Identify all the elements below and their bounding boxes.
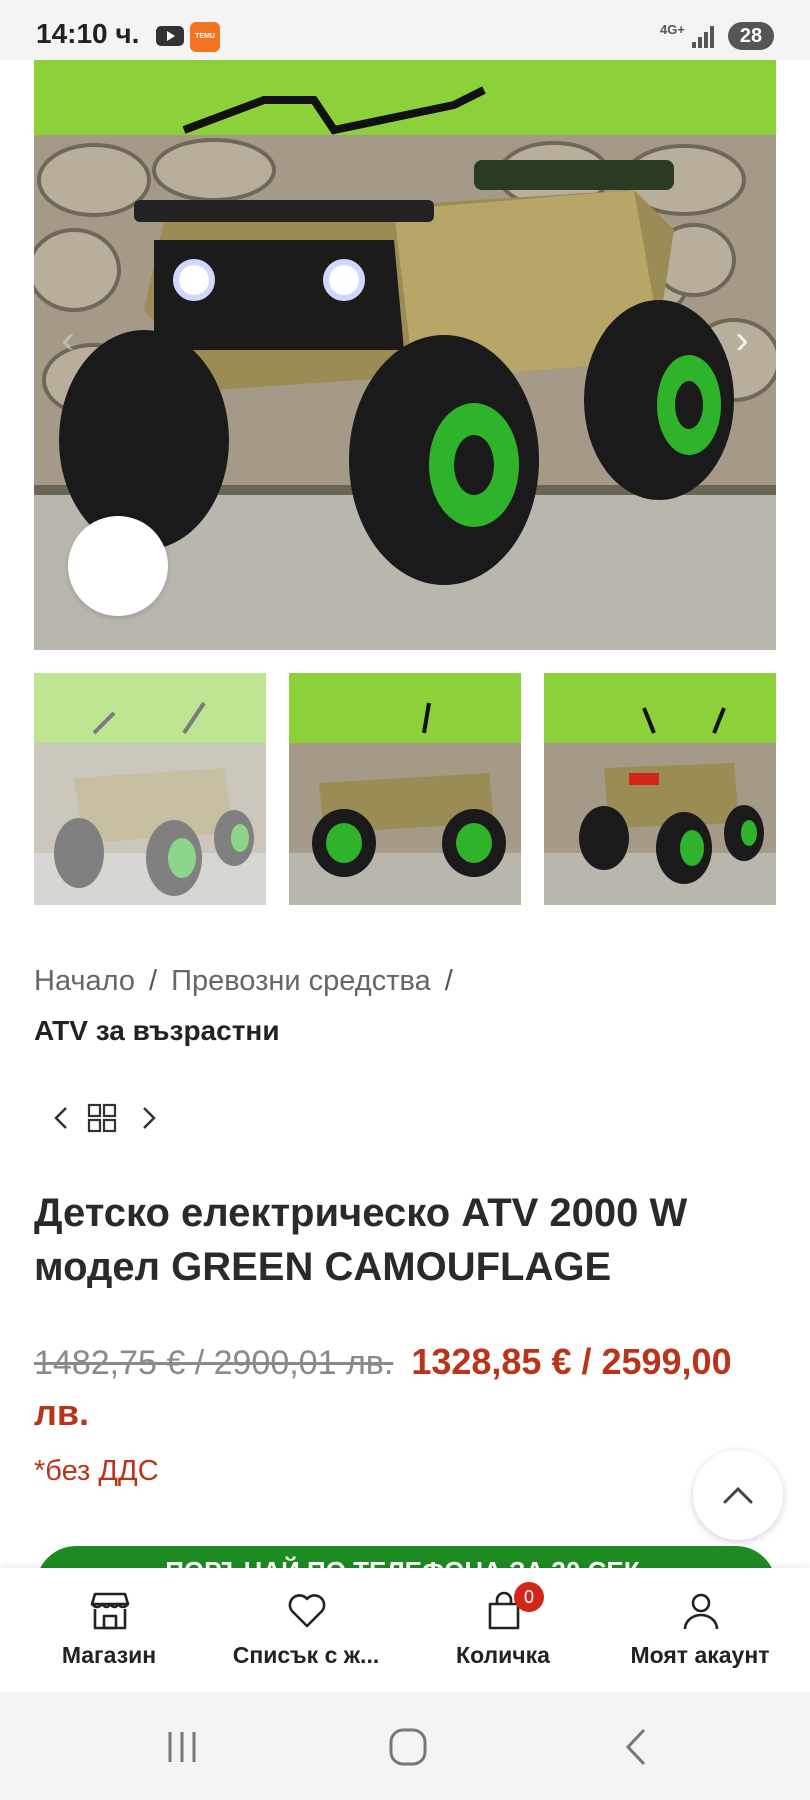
expand-icon xyxy=(68,516,776,650)
tab-account[interactable]: Моят акаунт xyxy=(599,1568,801,1692)
back-icon[interactable] xyxy=(608,1722,668,1772)
thumbnail-strip xyxy=(34,673,776,905)
youtube-icon xyxy=(156,26,184,46)
price-block: 1482,75 € / 2900,01 лв. 1328,85 € / 2599… xyxy=(34,1337,774,1438)
breadcrumb-current-link[interactable]: ATV за възрастни xyxy=(34,1007,774,1055)
heart-icon xyxy=(288,1594,326,1628)
zoom-button[interactable] xyxy=(68,516,168,616)
chevron-right-icon[interactable] xyxy=(130,1100,166,1136)
recent-apps-icon[interactable] xyxy=(152,1722,212,1772)
breadcrumb-home-link[interactable]: Начало xyxy=(34,965,135,997)
thumbnail-3[interactable] xyxy=(544,673,776,905)
cart-count-badge: 0 xyxy=(514,1582,544,1612)
tab-cart-label: Количка xyxy=(456,1642,550,1668)
network-label: 4G+ xyxy=(660,22,685,37)
tab-shop-label: Магазин xyxy=(61,1642,157,1668)
old-price: 1482,75 € / 2900,01 лв. xyxy=(34,1344,394,1382)
tab-shop[interactable]: Магазин xyxy=(8,1568,210,1692)
signal-icon xyxy=(692,24,716,48)
home-icon[interactable] xyxy=(378,1722,438,1772)
breadcrumb: Начало / Превозни средства / ATV за възраст… xyxy=(34,955,774,1055)
store-icon xyxy=(90,1592,130,1630)
thumbnail-2[interactable] xyxy=(289,673,521,905)
tab-account-label: Моят акаунт xyxy=(630,1642,770,1668)
user-icon xyxy=(683,1593,719,1630)
chevron-left-icon[interactable] xyxy=(44,1100,80,1136)
chevron-up-icon xyxy=(723,1486,753,1504)
thumbnail-1[interactable] xyxy=(34,673,266,905)
product-main-image[interactable]: ‹ › xyxy=(34,60,776,650)
status-bar: 14:10 ч. TEMU 4G+ 28 xyxy=(0,0,810,60)
temu-icon: TEMU xyxy=(190,22,220,52)
chevron-right-icon[interactable]: › xyxy=(722,310,762,370)
tab-wishlist[interactable]: Списък с ж... xyxy=(205,1568,407,1692)
system-navigation-bar xyxy=(0,1692,810,1800)
chevron-left-icon[interactable]: ‹ xyxy=(48,310,88,370)
breadcrumb-separator: / xyxy=(444,965,453,997)
breadcrumb-separator: / xyxy=(149,965,158,997)
tab-wishlist-label: Списък с ж... xyxy=(232,1642,380,1668)
grid-icon[interactable] xyxy=(84,1100,120,1136)
product-title: Детско електрическо ATV 2000 W модел GRE… xyxy=(34,1191,688,1289)
battery-indicator: 28 xyxy=(728,22,774,50)
scroll-to-top-button[interactable] xyxy=(693,1450,783,1540)
breadcrumb-category-link[interactable]: Превозни средства xyxy=(171,965,431,997)
bottom-navigation: Магазин Списък с ж... 0 Количка Моят ака… xyxy=(0,1568,810,1692)
vat-note: *без ДДС xyxy=(34,1455,159,1487)
tab-cart[interactable]: 0 Количка xyxy=(402,1568,604,1692)
status-time: 14:10 ч. xyxy=(36,18,140,49)
